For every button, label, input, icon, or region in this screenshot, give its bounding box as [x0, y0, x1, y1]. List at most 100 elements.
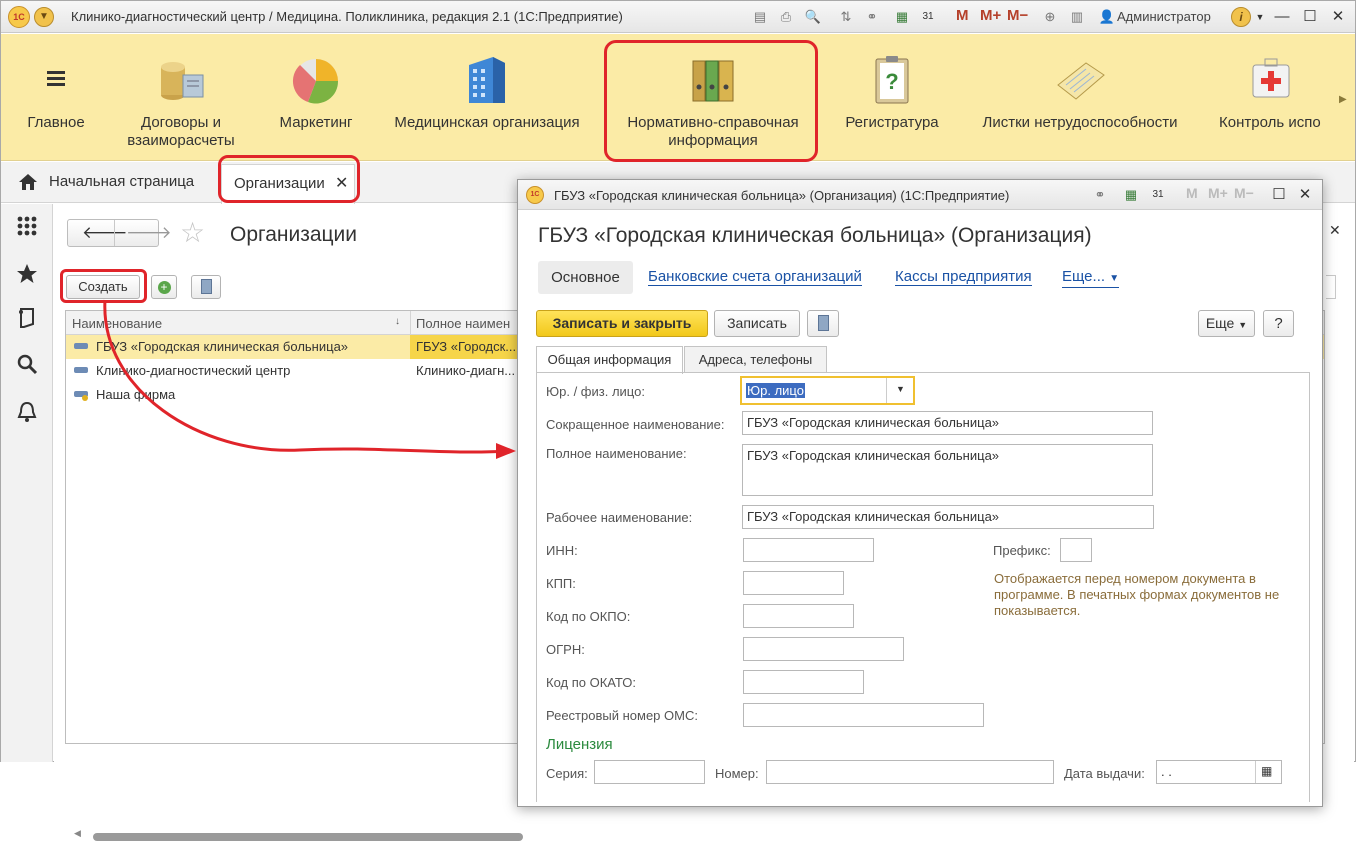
nav-more-link[interactable]: Еще... ▼: [1062, 268, 1120, 288]
chevron-down-icon[interactable]: ▼: [1251, 8, 1269, 26]
memory-plus-button[interactable]: M+: [1208, 185, 1228, 201]
ogrn-input[interactable]: [743, 637, 904, 661]
back-arrow-icon[interactable]: 🡐: [82, 223, 128, 243]
section-sick-leave[interactable]: Листки нетрудоспособности: [971, 34, 1189, 161]
history-icon[interactable]: [15, 306, 39, 330]
kpp-input[interactable]: [743, 571, 844, 595]
close-button[interactable]: ✕: [1327, 6, 1349, 28]
column-fullname-header[interactable]: Полное наимен: [416, 316, 510, 331]
license-date-value: . .: [1161, 764, 1172, 779]
section-marketing[interactable]: Маркетинг: [266, 34, 366, 161]
tab-home[interactable]: Начальная страница: [49, 173, 194, 190]
close-button[interactable]: ✕: [1294, 184, 1316, 206]
prefix-input[interactable]: [1060, 538, 1092, 562]
short-name-input[interactable]: ГБУЗ «Городская клиническая больница»: [742, 411, 1153, 435]
item-icon: [74, 343, 88, 349]
search-icon[interactable]: [15, 352, 39, 376]
memory-minus-button[interactable]: M−: [1234, 185, 1254, 201]
column-name-header[interactable]: Наименование: [72, 316, 162, 331]
forward-arrow-icon[interactable]: 🡒: [126, 223, 172, 243]
annotation-highlight: [604, 40, 818, 162]
kpp-label: КПП:: [546, 576, 576, 591]
calculator-icon[interactable]: ▦: [1122, 186, 1140, 204]
full-name-label: Полное наименование:: [546, 446, 687, 461]
okpo-input[interactable]: [743, 604, 854, 628]
maximize-button[interactable]: ☐: [1268, 184, 1290, 206]
license-date-input[interactable]: . . ▦: [1156, 760, 1282, 784]
section-label: Регистратура: [845, 114, 939, 131]
memory-m-button[interactable]: M: [956, 7, 969, 24]
calculator-icon[interactable]: ▦: [893, 8, 911, 26]
okato-input[interactable]: [743, 670, 864, 694]
save-and-close-button[interactable]: Записать и закрыть: [536, 310, 708, 337]
link-icon[interactable]: ⇅: [837, 8, 855, 26]
calendar-icon[interactable]: 31: [1149, 186, 1167, 204]
scroll-left-icon[interactable]: ◀: [74, 828, 81, 839]
tab-general-info[interactable]: Общая информация: [536, 346, 683, 374]
row-fullname: ГБУЗ «Городск...: [416, 339, 517, 354]
memory-plus-button[interactable]: M+: [980, 7, 1001, 24]
grid-menu-icon[interactable]: [15, 214, 39, 238]
calendar-icon[interactable]: 31: [919, 8, 937, 26]
section-label: Главное: [27, 114, 85, 131]
full-name-textarea[interactable]: ГБУЗ «Городская клиническая больница»: [742, 444, 1153, 496]
work-name-input[interactable]: ГБУЗ «Городская клиническая больница»: [742, 505, 1154, 529]
more-button[interactable]: Еще ▼: [1198, 310, 1255, 337]
dropdown-icon[interactable]: ▼: [896, 384, 905, 394]
sort-icon[interactable]: ↓: [395, 316, 400, 327]
inn-label: ИНН:: [546, 543, 578, 558]
legal-type-label: Юр. / физ. лицо:: [546, 384, 645, 399]
favorites-icon[interactable]: [15, 262, 39, 286]
nav-cash-registers-link[interactable]: Кассы предприятия: [895, 269, 1032, 286]
calendar-icon[interactable]: ▦: [1261, 764, 1272, 778]
nav-more-label: Еще...: [1062, 268, 1106, 285]
close-form-icon[interactable]: ✕: [1329, 222, 1341, 239]
oms-input[interactable]: [743, 703, 984, 727]
panel-icon[interactable]: ▥: [1068, 8, 1086, 26]
scroll-right-icon[interactable]: ▶: [1339, 94, 1347, 105]
section-registry[interactable]: ? Регистратура: [831, 34, 953, 161]
save-icon[interactable]: ▤: [751, 8, 769, 26]
minimize-button[interactable]: —: [1271, 6, 1293, 28]
info-icon[interactable]: i: [1231, 7, 1251, 27]
inn-input[interactable]: [743, 538, 874, 562]
bell-icon[interactable]: [15, 400, 39, 424]
help-button[interactable]: ?: [1263, 310, 1294, 337]
user-name[interactable]: Администратор: [1117, 9, 1211, 24]
notepad-icon: [1057, 62, 1105, 100]
chevron-down-icon: ▼: [1109, 273, 1120, 284]
nav-bank-accounts-link[interactable]: Банковские счета организаций: [648, 269, 862, 286]
list-settings-icon[interactable]: [191, 275, 221, 299]
nav-main[interactable]: Основное: [538, 261, 633, 294]
section-contracts[interactable]: Договоры и взаиморасчеты: [111, 34, 251, 161]
zoom-icon[interactable]: ⊕: [1041, 8, 1059, 26]
home-icon[interactable]: [18, 173, 38, 191]
section-main[interactable]: Главное: [11, 34, 101, 161]
page-title: Организации: [230, 223, 358, 246]
star-icon[interactable]: ☆: [180, 218, 205, 248]
license-series-input[interactable]: [594, 760, 705, 784]
save-button[interactable]: Записать: [714, 310, 800, 337]
memory-minus-button[interactable]: M−: [1007, 7, 1028, 24]
tab-addresses[interactable]: Адреса, телефоны: [684, 346, 827, 373]
form-settings-icon[interactable]: [807, 310, 839, 337]
legal-type-select[interactable]: Юр. лицо ▼: [740, 376, 915, 405]
chevron-down-icon: ▼: [1238, 320, 1248, 330]
preview-icon[interactable]: 🔍: [804, 8, 822, 26]
section-medical-org[interactable]: Медицинская организация: [381, 34, 593, 161]
license-number-input[interactable]: [766, 760, 1054, 784]
horizontal-scrollbar[interactable]: [93, 833, 523, 841]
svg-text:?: ?: [885, 69, 898, 94]
section-control[interactable]: Контроль испо: [1209, 34, 1333, 161]
print-icon[interactable]: ⎙: [777, 8, 795, 26]
link-icon[interactable]: ⚭: [1091, 186, 1109, 204]
nav-buttons: 🡐 🡒: [67, 219, 172, 247]
section-label: Маркетинг: [279, 114, 353, 131]
maximize-button[interactable]: ☐: [1299, 6, 1321, 28]
memory-m-button[interactable]: M: [1186, 185, 1198, 201]
main-menu-button[interactable]: ▼: [34, 7, 54, 27]
left-panel: [1, 204, 53, 762]
attach-icon[interactable]: ⚭: [863, 8, 881, 26]
row-name: ГБУЗ «Городская клиническая больница»: [96, 339, 349, 354]
add-copy-icon[interactable]: +: [151, 275, 177, 299]
